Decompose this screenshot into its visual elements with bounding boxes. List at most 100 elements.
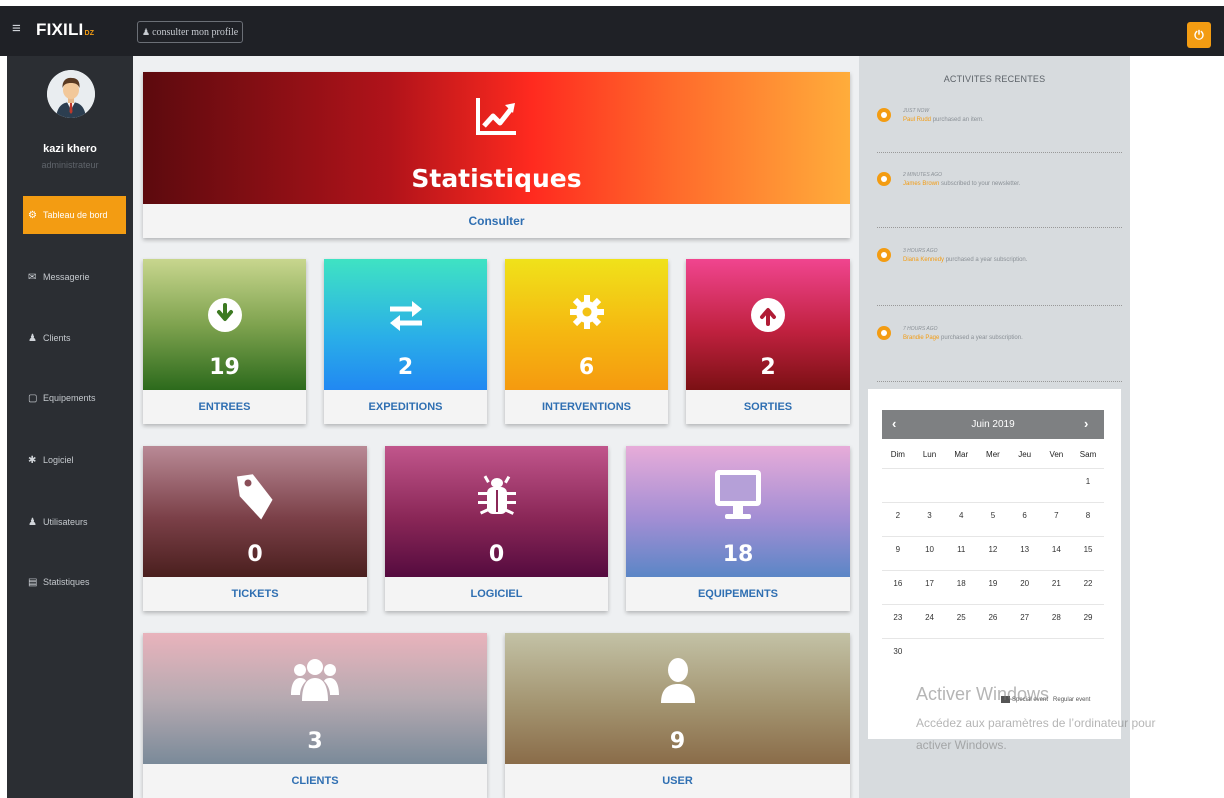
power-icon[interactable]: ⏻ bbox=[1187, 22, 1211, 48]
tag-icon bbox=[143, 472, 367, 527]
calendar-grid: Dim Lun Mar Mer Jeu Ven Sam 1 2 3 4 5 6 7 8 9 10 11 12 13 14… bbox=[882, 448, 1104, 672]
card-value: 2 bbox=[397, 355, 414, 380]
calendar-day[interactable]: 8 bbox=[1072, 511, 1104, 520]
card-label[interactable]: CLIENTS bbox=[143, 764, 487, 798]
card-logiciel[interactable]: 0 LOGICIEL bbox=[385, 446, 608, 611]
card-value: 3 bbox=[307, 729, 323, 754]
card-label[interactable]: USER bbox=[505, 764, 850, 798]
divider bbox=[877, 152, 1122, 153]
calendar-day[interactable]: 22 bbox=[1072, 579, 1104, 588]
calendar-weekday: Mer bbox=[986, 450, 1000, 459]
calendar-day[interactable]: 25 bbox=[945, 613, 977, 622]
sidebar-item-clients[interactable]: ♟ Clients bbox=[23, 319, 126, 357]
calendar-day[interactable]: 28 bbox=[1041, 613, 1073, 622]
calendar-day[interactable]: 23 bbox=[882, 613, 914, 622]
calendar-day[interactable]: 26 bbox=[977, 613, 1009, 622]
calendar-day[interactable]: 21 bbox=[1041, 579, 1073, 588]
calendar-day[interactable]: 13 bbox=[1009, 545, 1041, 554]
card-equipements[interactable]: 18 EQUIPEMENTS bbox=[626, 446, 850, 611]
envelope-icon: ✉ bbox=[28, 272, 37, 283]
statistics-banner[interactable]: Statistiques Consulter bbox=[143, 72, 850, 238]
sidebar-item-utilisateurs[interactable]: ♟ Utilisateurs bbox=[23, 503, 126, 541]
card-value: 9 bbox=[669, 729, 686, 754]
calendar-day[interactable]: 1 bbox=[1072, 477, 1104, 486]
arrow-up-circle-icon bbox=[686, 297, 850, 338]
calendar-weekday: Ven bbox=[1049, 450, 1064, 459]
calendar-day[interactable]: 4 bbox=[945, 511, 977, 520]
card-label[interactable]: ENTREES bbox=[143, 390, 306, 424]
calendar-next-button[interactable]: › bbox=[1084, 416, 1088, 431]
calendar-day[interactable]: 24 bbox=[914, 613, 946, 622]
calendar-month-label: Juin 2019 bbox=[971, 419, 1015, 430]
calendar-day[interactable]: 30 bbox=[882, 647, 914, 656]
calendar-weekday: Jeu bbox=[1018, 450, 1032, 459]
card-user[interactable]: 9 USER bbox=[505, 633, 850, 798]
card-label[interactable]: EXPEDITIONS bbox=[324, 390, 487, 424]
divider bbox=[877, 381, 1122, 382]
card-value: 19 bbox=[209, 355, 240, 380]
card-value: 18 bbox=[722, 542, 754, 567]
card-tickets[interactable]: 0 TICKETS bbox=[143, 446, 367, 611]
card-label[interactable]: SORTIES bbox=[686, 390, 850, 424]
right-blank-area bbox=[1130, 56, 1224, 798]
card-entrees[interactable]: 19 ENTREES bbox=[143, 259, 306, 424]
calendar-day[interactable]: 10 bbox=[914, 545, 946, 554]
user-name: kazi khero bbox=[43, 143, 97, 155]
sidebar-item-dashboard[interactable]: ⚙ Tableau de bord bbox=[23, 196, 126, 234]
menu-icon[interactable]: ≡ bbox=[12, 20, 21, 37]
view-profile-button[interactable]: ♟ consulter mon profile bbox=[137, 21, 244, 43]
calendar-day[interactable]: 11 bbox=[945, 545, 977, 554]
calendar-day[interactable]: 9 bbox=[882, 545, 914, 554]
card-label[interactable]: INTERVENTIONS bbox=[505, 390, 668, 424]
consult-link[interactable]: Consulter bbox=[143, 204, 850, 238]
calendar-week-row: 9 10 11 12 13 14 15 bbox=[882, 536, 1104, 570]
calendar-day[interactable]: 2 bbox=[882, 511, 914, 520]
calendar-day[interactable]: 12 bbox=[977, 545, 1009, 554]
sidebar-item-logiciel[interactable]: ✱ Logiciel bbox=[23, 441, 126, 479]
user-role: administrateur bbox=[41, 160, 99, 170]
card-label[interactable]: LOGICIEL bbox=[385, 577, 608, 611]
exchange-arrows-icon bbox=[324, 299, 487, 338]
calendar-day[interactable]: 20 bbox=[1009, 579, 1041, 588]
brand-logo[interactable]: FIXILIDZ bbox=[36, 20, 94, 40]
desktop-icon bbox=[626, 468, 850, 529]
card-label[interactable]: EQUIPEMENTS bbox=[626, 577, 850, 611]
calendar-weekday: Dim bbox=[890, 450, 905, 459]
avatar bbox=[47, 70, 95, 118]
divider bbox=[877, 227, 1122, 228]
top-navbar: ≡ FIXILIDZ ♟ consulter mon profile ⏻ bbox=[0, 6, 1224, 56]
user-icon bbox=[505, 657, 850, 710]
card-value: 6 bbox=[578, 355, 595, 380]
calendar-day[interactable]: 18 bbox=[945, 579, 977, 588]
calendar-week-row: 30 bbox=[882, 638, 1104, 672]
banner-title: Statistiques bbox=[411, 164, 582, 193]
arrow-down-circle-icon bbox=[143, 297, 306, 338]
activation-watermark-title: Activer Windows bbox=[916, 684, 1050, 704]
calendar-day[interactable]: 29 bbox=[1072, 613, 1104, 622]
card-interventions[interactable]: 6 INTERVENTIONS bbox=[505, 259, 668, 424]
calendar-day[interactable]: 7 bbox=[1041, 511, 1073, 520]
card-clients[interactable]: 3 CLIENTS bbox=[143, 633, 487, 798]
calendar-day[interactable]: 16 bbox=[882, 579, 914, 588]
calendar-week-row: 2345678 bbox=[882, 502, 1104, 536]
sidebar-item-messagerie[interactable]: ✉ Messagerie bbox=[23, 258, 126, 296]
users-icon: ♟ bbox=[28, 517, 37, 528]
monitor-icon: ▢ bbox=[28, 393, 38, 404]
calendar-day[interactable]: 6 bbox=[1009, 511, 1041, 520]
card-sorties[interactable]: 2 SORTIES bbox=[686, 259, 850, 424]
calendar-day[interactable]: 27 bbox=[1009, 613, 1041, 622]
calendar-weekday: Sam bbox=[1079, 450, 1097, 459]
calendar-day[interactable]: 14 bbox=[1041, 545, 1073, 554]
activities-title: ACTIVITES RECENTES bbox=[943, 74, 1046, 84]
card-value: 0 bbox=[247, 542, 263, 567]
calendar-day[interactable]: 15 bbox=[1072, 545, 1104, 554]
calendar-day[interactable]: 3 bbox=[914, 511, 946, 520]
calendar-weekday-row: Dim Lun Mar Mer Jeu Ven Sam bbox=[882, 448, 1104, 468]
calendar-day[interactable]: 19 bbox=[977, 579, 1009, 588]
calendar-day[interactable]: 17 bbox=[914, 579, 946, 588]
sidebar-item-statistiques[interactable]: ▤ Statistiques bbox=[23, 563, 126, 601]
calendar-day[interactable]: 5 bbox=[977, 511, 1009, 520]
card-expeditions[interactable]: 2 EXPEDITIONS bbox=[324, 259, 487, 424]
sidebar-item-equipements[interactable]: ▢ Equipements bbox=[23, 379, 126, 417]
card-label[interactable]: TICKETS bbox=[143, 577, 367, 611]
